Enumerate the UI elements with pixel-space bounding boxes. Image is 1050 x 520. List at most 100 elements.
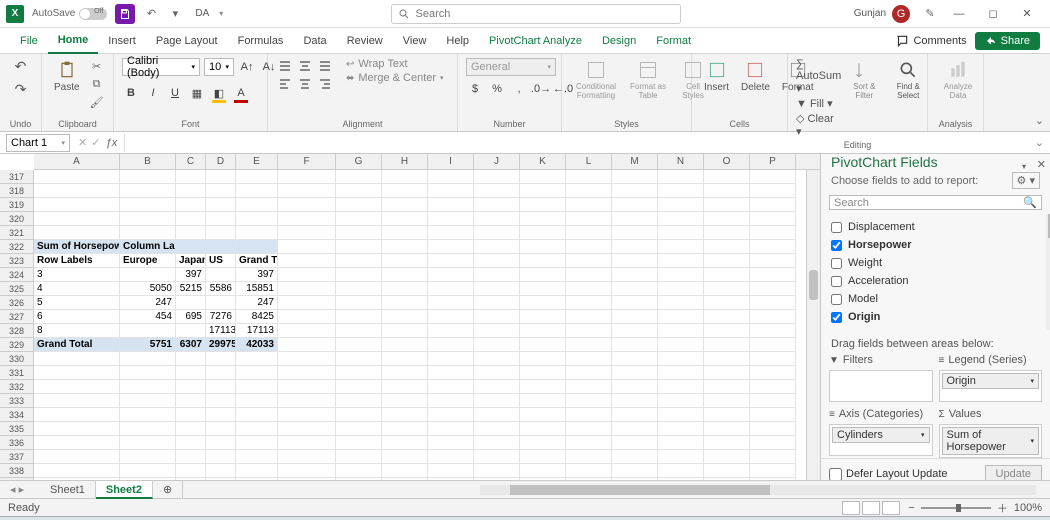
cell[interactable] bbox=[704, 212, 750, 226]
cell[interactable] bbox=[704, 464, 750, 478]
cell[interactable] bbox=[704, 198, 750, 212]
expand-formula-button[interactable]: ⌄ bbox=[1035, 136, 1044, 149]
cell[interactable] bbox=[520, 254, 566, 268]
cell[interactable] bbox=[176, 408, 206, 422]
cell[interactable]: 397 bbox=[236, 268, 278, 282]
sheet-tab-2[interactable]: Sheet2 bbox=[96, 481, 153, 499]
cell[interactable] bbox=[612, 184, 658, 198]
cell[interactable] bbox=[704, 352, 750, 366]
cell[interactable] bbox=[428, 254, 474, 268]
cell[interactable] bbox=[566, 170, 612, 184]
cell[interactable] bbox=[176, 366, 206, 380]
cell[interactable] bbox=[236, 212, 278, 226]
cell[interactable] bbox=[658, 366, 704, 380]
cell[interactable] bbox=[566, 366, 612, 380]
minimize-button[interactable]: ― bbox=[942, 0, 976, 28]
cell[interactable] bbox=[34, 198, 120, 212]
row-header[interactable]: 329 bbox=[0, 338, 34, 352]
cell[interactable] bbox=[382, 394, 428, 408]
cell[interactable] bbox=[382, 212, 428, 226]
font-name-select[interactable]: Calibri (Body)▾ bbox=[122, 58, 200, 76]
cell[interactable] bbox=[120, 268, 176, 282]
row-header[interactable]: 328 bbox=[0, 324, 34, 338]
row-header[interactable]: 334 bbox=[0, 408, 34, 422]
cell[interactable] bbox=[428, 408, 474, 422]
field-item[interactable]: Origin bbox=[831, 308, 1040, 326]
cell[interactable] bbox=[336, 338, 382, 352]
cell[interactable] bbox=[750, 338, 796, 352]
increase-decimal-button[interactable]: .0→ bbox=[532, 80, 550, 98]
cell[interactable] bbox=[120, 436, 176, 450]
cell[interactable] bbox=[704, 408, 750, 422]
cell[interactable]: 8 bbox=[34, 324, 120, 338]
cell[interactable] bbox=[704, 324, 750, 338]
cell[interactable] bbox=[34, 422, 120, 436]
cell[interactable] bbox=[612, 170, 658, 184]
cell[interactable]: 42033 bbox=[236, 338, 278, 352]
cell[interactable] bbox=[428, 450, 474, 464]
horizontal-scrollbar[interactable] bbox=[480, 485, 1036, 495]
avatar[interactable]: G bbox=[892, 5, 910, 23]
row-header[interactable]: 330 bbox=[0, 352, 34, 366]
cell[interactable] bbox=[520, 380, 566, 394]
cell[interactable] bbox=[236, 352, 278, 366]
cell[interactable] bbox=[236, 366, 278, 380]
cell[interactable] bbox=[382, 338, 428, 352]
legend-chip[interactable]: Origin▾ bbox=[942, 373, 1040, 389]
filters-drop-area[interactable] bbox=[829, 370, 933, 402]
cell[interactable] bbox=[428, 380, 474, 394]
cell[interactable] bbox=[206, 198, 236, 212]
cell[interactable] bbox=[382, 324, 428, 338]
cell[interactable] bbox=[612, 324, 658, 338]
row-header[interactable]: 325 bbox=[0, 282, 34, 296]
cell[interactable] bbox=[278, 226, 336, 240]
sort-filter-button[interactable]: Sort & Filter bbox=[845, 58, 883, 102]
find-select-button[interactable]: Find & Select bbox=[887, 58, 929, 102]
tab-insert[interactable]: Insert bbox=[98, 28, 146, 54]
tab-design[interactable]: Design bbox=[592, 28, 646, 54]
cell[interactable]: 6307 bbox=[176, 338, 206, 352]
cell[interactable] bbox=[336, 212, 382, 226]
cell[interactable] bbox=[520, 436, 566, 450]
cell[interactable] bbox=[704, 422, 750, 436]
cell[interactable] bbox=[120, 212, 176, 226]
cell[interactable] bbox=[612, 450, 658, 464]
tab-pivotchart-analyze[interactable]: PivotChart Analyze bbox=[479, 28, 592, 54]
cell[interactable] bbox=[658, 352, 704, 366]
cell[interactable] bbox=[474, 338, 520, 352]
cell[interactable] bbox=[382, 408, 428, 422]
cell[interactable]: 5 bbox=[34, 296, 120, 310]
conditional-formatting-button[interactable]: Conditional Formatting bbox=[570, 58, 622, 102]
cell[interactable] bbox=[750, 366, 796, 380]
field-list[interactable]: DisplacementHorsepowerWeightAcceleration… bbox=[821, 214, 1050, 330]
cell[interactable] bbox=[658, 408, 704, 422]
cell[interactable] bbox=[474, 352, 520, 366]
cell[interactable] bbox=[382, 464, 428, 478]
column-header[interactable]: O bbox=[704, 154, 750, 169]
cell[interactable] bbox=[520, 240, 566, 254]
cell[interactable] bbox=[612, 408, 658, 422]
cell[interactable] bbox=[658, 240, 704, 254]
cell[interactable] bbox=[474, 436, 520, 450]
cell[interactable] bbox=[520, 226, 566, 240]
cell[interactable] bbox=[278, 464, 336, 478]
font-color-button[interactable]: A bbox=[232, 84, 250, 102]
cell[interactable] bbox=[428, 296, 474, 310]
cell[interactable] bbox=[750, 352, 796, 366]
fill-button[interactable]: ▼ Fill ▾ bbox=[796, 97, 841, 110]
cell[interactable] bbox=[474, 226, 520, 240]
cell[interactable] bbox=[278, 338, 336, 352]
column-header[interactable]: I bbox=[428, 154, 474, 169]
cell[interactable] bbox=[566, 212, 612, 226]
cell[interactable] bbox=[176, 352, 206, 366]
cell[interactable] bbox=[278, 282, 336, 296]
cell[interactable] bbox=[382, 268, 428, 282]
cell[interactable] bbox=[750, 310, 796, 324]
cell[interactable] bbox=[520, 408, 566, 422]
cell[interactable] bbox=[520, 464, 566, 478]
cell[interactable] bbox=[278, 408, 336, 422]
cell[interactable] bbox=[336, 450, 382, 464]
row-header[interactable]: 333 bbox=[0, 394, 34, 408]
cell[interactable] bbox=[704, 338, 750, 352]
cell[interactable] bbox=[236, 464, 278, 478]
